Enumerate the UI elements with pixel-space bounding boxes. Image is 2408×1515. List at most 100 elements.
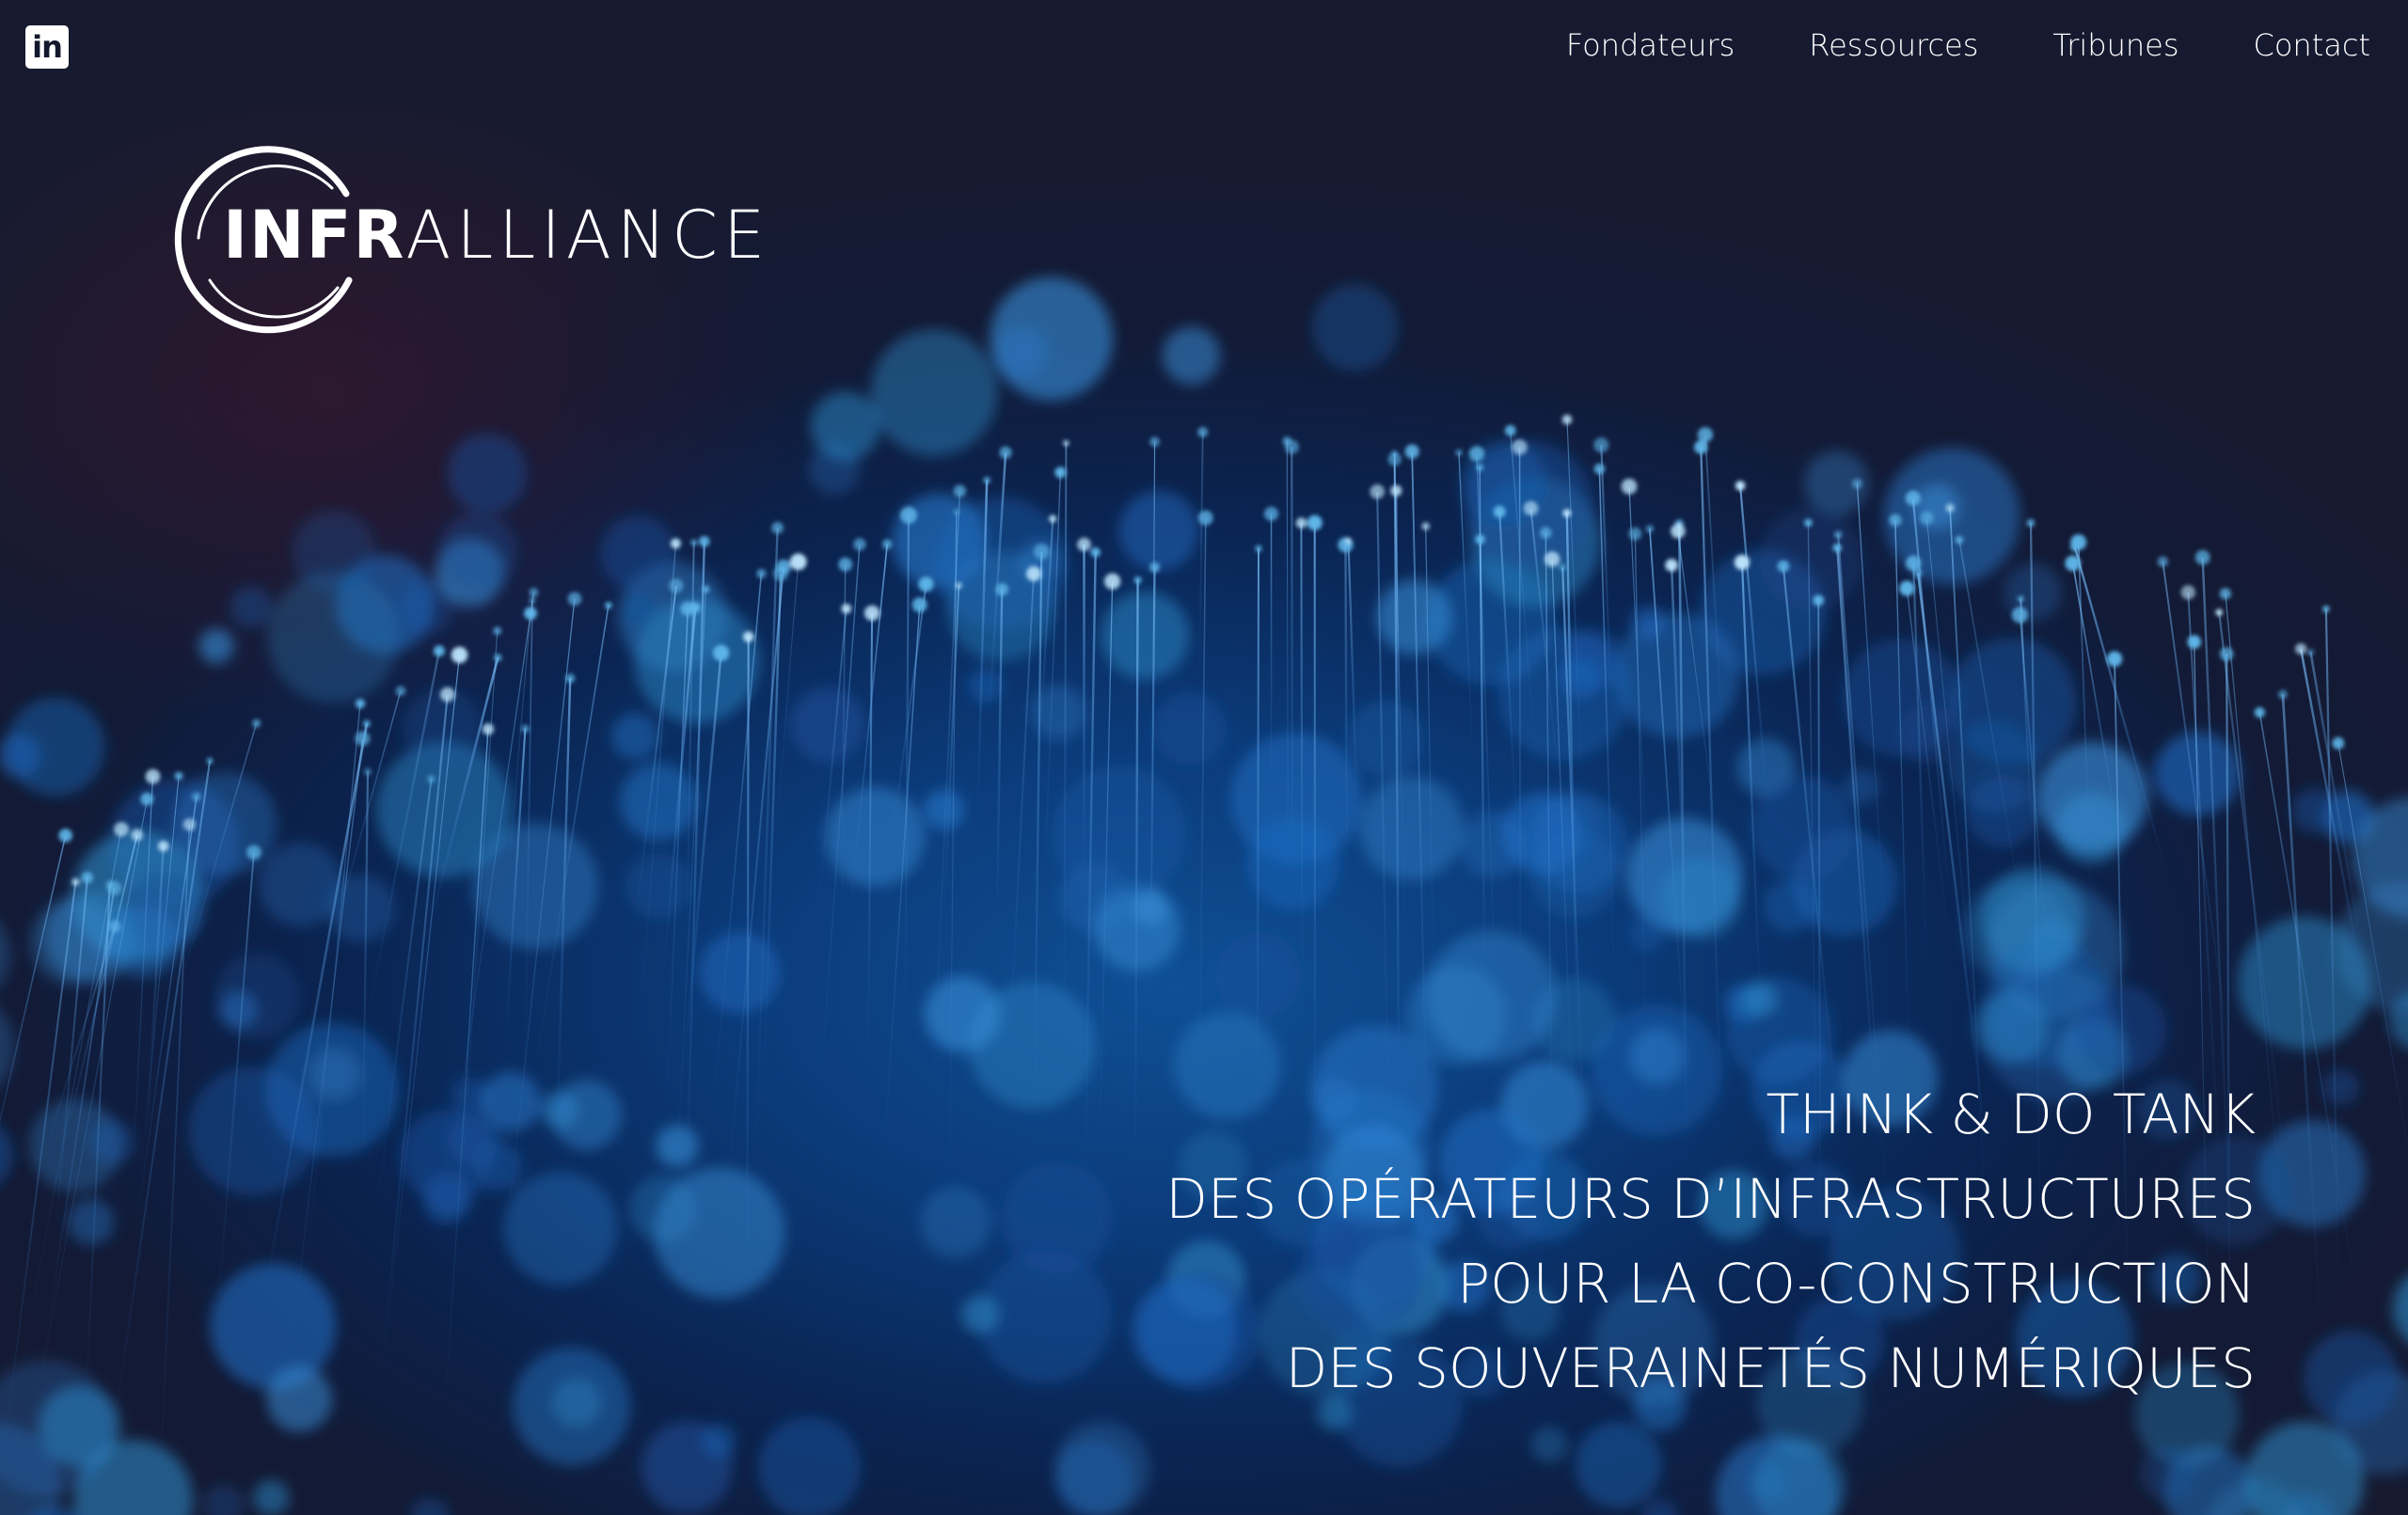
fiber-tip (1621, 478, 1638, 495)
fiber-tip (1804, 518, 1813, 528)
fiber-tip (1899, 580, 1915, 596)
fiber-tip (2018, 595, 2024, 603)
fiber-tip (1646, 525, 1654, 533)
logo-wordmark: INFRALLIANCE (223, 199, 770, 271)
fiber-tip (669, 578, 684, 593)
fiber-tip (1833, 530, 1843, 539)
fiber-tip (1049, 514, 1057, 523)
fiber-tip (1476, 464, 1484, 471)
fiber-strand (1256, 548, 1259, 1144)
bokeh-light (1311, 283, 1399, 371)
fiber-tip (1133, 576, 1142, 584)
bokeh-light (2140, 1444, 2195, 1501)
fiber-strand (746, 637, 750, 1327)
bokeh-light (790, 687, 865, 763)
bokeh-light (825, 786, 925, 887)
nav-link-tribunes[interactable]: Tribunes (2052, 23, 2178, 68)
fiber-tip (1905, 490, 1921, 506)
fiber-tip (1284, 439, 1299, 454)
fiber-tip (1734, 554, 1751, 571)
fiber-tip (2215, 608, 2223, 616)
fiber-tip (671, 538, 681, 549)
fiber-tip (131, 829, 143, 842)
fiber-tip (1390, 484, 1402, 497)
nav-link-fondateurs[interactable]: Fondateurs (1566, 23, 1735, 68)
fiber-tip (108, 920, 121, 933)
fiber-tip (1255, 544, 1262, 553)
fiber-tip (1906, 555, 1922, 571)
bokeh-light (253, 1479, 290, 1515)
fiber-tip (1665, 559, 1678, 572)
fiber-tip (838, 557, 853, 572)
logo-text-alliance: ALLIANCE (405, 197, 771, 274)
fiber-tip (440, 686, 455, 702)
fiber-strand (881, 605, 921, 1186)
bokeh-light (1629, 917, 1665, 952)
fiber-tip (1562, 509, 1572, 517)
bokeh-light (634, 598, 760, 724)
bokeh-light (438, 512, 518, 591)
bokeh-light (1529, 794, 1628, 893)
fiber-tip (106, 880, 122, 896)
fiber-strand (1198, 432, 1204, 697)
fiber-tip (2157, 556, 2168, 567)
bokeh-light (202, 1484, 245, 1515)
fiber-tip (2069, 542, 2080, 552)
bokeh-light (2322, 1068, 2360, 1106)
fiber-tip (699, 536, 710, 547)
bokeh-light (919, 1186, 991, 1258)
fiber-tip (771, 522, 784, 534)
bokeh-light (1359, 776, 1465, 880)
fiber-strand (1063, 443, 1068, 1065)
bokeh-light (1980, 867, 2085, 972)
bokeh-light (2150, 744, 2210, 803)
bokeh-light (480, 1071, 541, 1132)
fiber-tip (524, 607, 537, 620)
fiber-tip (1544, 551, 1560, 567)
bokeh-light (990, 276, 1114, 401)
fiber-tip (355, 699, 366, 709)
fiber-tip (789, 553, 807, 571)
fiber-tip (252, 718, 261, 728)
fiber-tip (773, 566, 788, 581)
fiber-tip (1955, 535, 1964, 544)
fiber-tip (81, 872, 94, 884)
bokeh-light (924, 789, 964, 830)
nav-link-contact[interactable]: Contact (2254, 23, 2371, 68)
fiber-tip (427, 775, 436, 783)
fiber-tip (1391, 450, 1398, 457)
fiber-tip (1777, 560, 1790, 573)
fiber-tip (1307, 514, 1323, 531)
fiber-tip (995, 582, 1008, 596)
fiber-tip (1264, 506, 1278, 521)
fiber-tip (363, 719, 371, 728)
bokeh-light (702, 1423, 737, 1458)
bokeh-light (447, 433, 528, 513)
linkedin-icon[interactable]: in (25, 25, 69, 69)
fiber-tip (2065, 555, 2082, 572)
fiber-tip (2332, 736, 2345, 750)
fiber-strand (1300, 523, 1304, 1018)
fiber-tip (955, 582, 962, 590)
bokeh-light (961, 1295, 999, 1334)
infralliance-logo[interactable]: INFRALLIANCE (172, 139, 765, 337)
bokeh-light (551, 1377, 602, 1428)
bokeh-light (1001, 1161, 1114, 1273)
bokeh-light (1575, 1421, 1662, 1508)
bokeh-light (1162, 326, 1221, 385)
fiber-tip (1090, 547, 1101, 558)
nav-link-ressources[interactable]: Ressources (1809, 23, 1978, 68)
fiber-tip (1593, 437, 1609, 453)
fiber-tip (983, 476, 990, 484)
fiber-strand (1518, 447, 1522, 1054)
fiber-tip (1026, 566, 1041, 582)
fiber-tip (911, 597, 927, 613)
fiber-tip (1197, 427, 1209, 437)
tagline-line-4: DES SOUVERAINETÉS NUMÉRIQUES (1285, 1336, 2256, 1400)
bokeh-light (2304, 1330, 2399, 1426)
fiber-strand (1906, 588, 1950, 943)
fiber-tip (1077, 537, 1091, 552)
bokeh-light (626, 853, 691, 920)
fiber-tip (2219, 588, 2231, 600)
fiber-tip (1345, 537, 1352, 544)
